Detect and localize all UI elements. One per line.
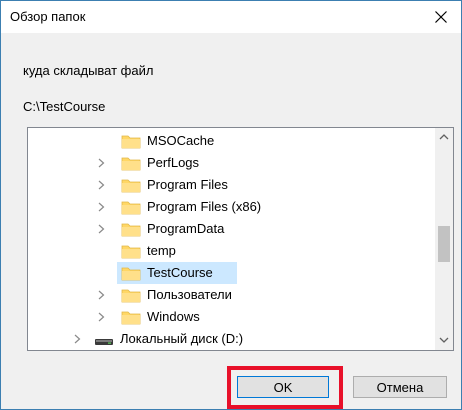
cancel-button[interactable]: Отмена xyxy=(353,376,447,398)
folder-icon xyxy=(121,289,141,303)
folder-icon xyxy=(121,135,141,149)
tree-item[interactable]: Program Files xyxy=(28,174,433,196)
expand-chevron-icon[interactable] xyxy=(98,312,105,322)
tree-item[interactable]: temp xyxy=(28,240,433,262)
chevron-up-icon xyxy=(439,134,449,140)
folder-tree[interactable]: MSOCache PerfLogs Program Files Program Fil… xyxy=(27,127,454,351)
tree-item-label: TestCourse xyxy=(147,265,213,280)
folder-icon xyxy=(121,157,141,171)
tree-item-label: PerfLogs xyxy=(147,155,200,170)
folder-icon xyxy=(121,311,141,325)
tree-item[interactable]: TestCourse xyxy=(28,262,433,284)
expand-chevron-icon[interactable] xyxy=(98,180,105,190)
tree-item[interactable]: Пользователи xyxy=(28,284,433,306)
scroll-down-button[interactable] xyxy=(435,332,453,350)
tree-item-label: Локальный диск (D:) xyxy=(120,331,244,346)
tree-item-label: Program Files (x86) xyxy=(147,199,262,214)
folder-icon xyxy=(121,245,141,259)
tree-item[interactable]: Windows xyxy=(28,306,433,328)
selected-path: C:\TestCourse xyxy=(23,99,106,114)
chevron-down-icon xyxy=(439,337,449,343)
expand-chevron-icon[interactable] xyxy=(98,224,105,234)
tree-item-label: Пользователи xyxy=(147,287,232,302)
browse-folder-dialog: Обзор папок куда складыват файл C:\TestC… xyxy=(0,0,462,410)
dialog-prompt: куда складыват файл xyxy=(23,63,154,78)
expand-chevron-icon[interactable] xyxy=(98,290,105,300)
folder-icon xyxy=(121,267,141,281)
tree-item-label: Windows xyxy=(147,309,200,324)
window-title: Обзор папок xyxy=(10,9,86,24)
expand-chevron-icon[interactable] xyxy=(74,334,81,344)
tree-item[interactable]: ProgramData xyxy=(28,218,433,240)
dialog-body: куда складыват файл C:\TestCourse MSOCac… xyxy=(1,33,461,409)
drive-icon xyxy=(95,339,113,345)
tree-item-label: Program Files xyxy=(147,177,228,192)
folder-icon xyxy=(121,201,141,215)
title-bar: Обзор папок xyxy=(1,1,461,33)
scroll-up-button[interactable] xyxy=(435,128,453,146)
close-icon xyxy=(435,11,447,23)
ok-highlight-frame xyxy=(227,366,343,409)
tree-item-label: ProgramData xyxy=(147,221,225,236)
expand-chevron-icon[interactable] xyxy=(98,202,105,212)
tree-item[interactable]: MSOCache xyxy=(28,130,433,152)
tree-item[interactable]: PerfLogs xyxy=(28,152,433,174)
close-button[interactable] xyxy=(421,1,461,33)
scrollbar-thumb[interactable] xyxy=(438,226,450,262)
tree-item[interactable]: Program Files (x86) xyxy=(28,196,433,218)
tree-item-label: MSOCache xyxy=(147,133,215,148)
expand-chevron-icon[interactable] xyxy=(98,158,105,168)
folder-icon xyxy=(121,179,141,193)
tree-item[interactable]: Локальный диск (D:) xyxy=(28,328,433,350)
tree-item-label: temp xyxy=(147,243,176,258)
folder-icon xyxy=(121,223,141,237)
vertical-scrollbar[interactable] xyxy=(435,128,453,350)
